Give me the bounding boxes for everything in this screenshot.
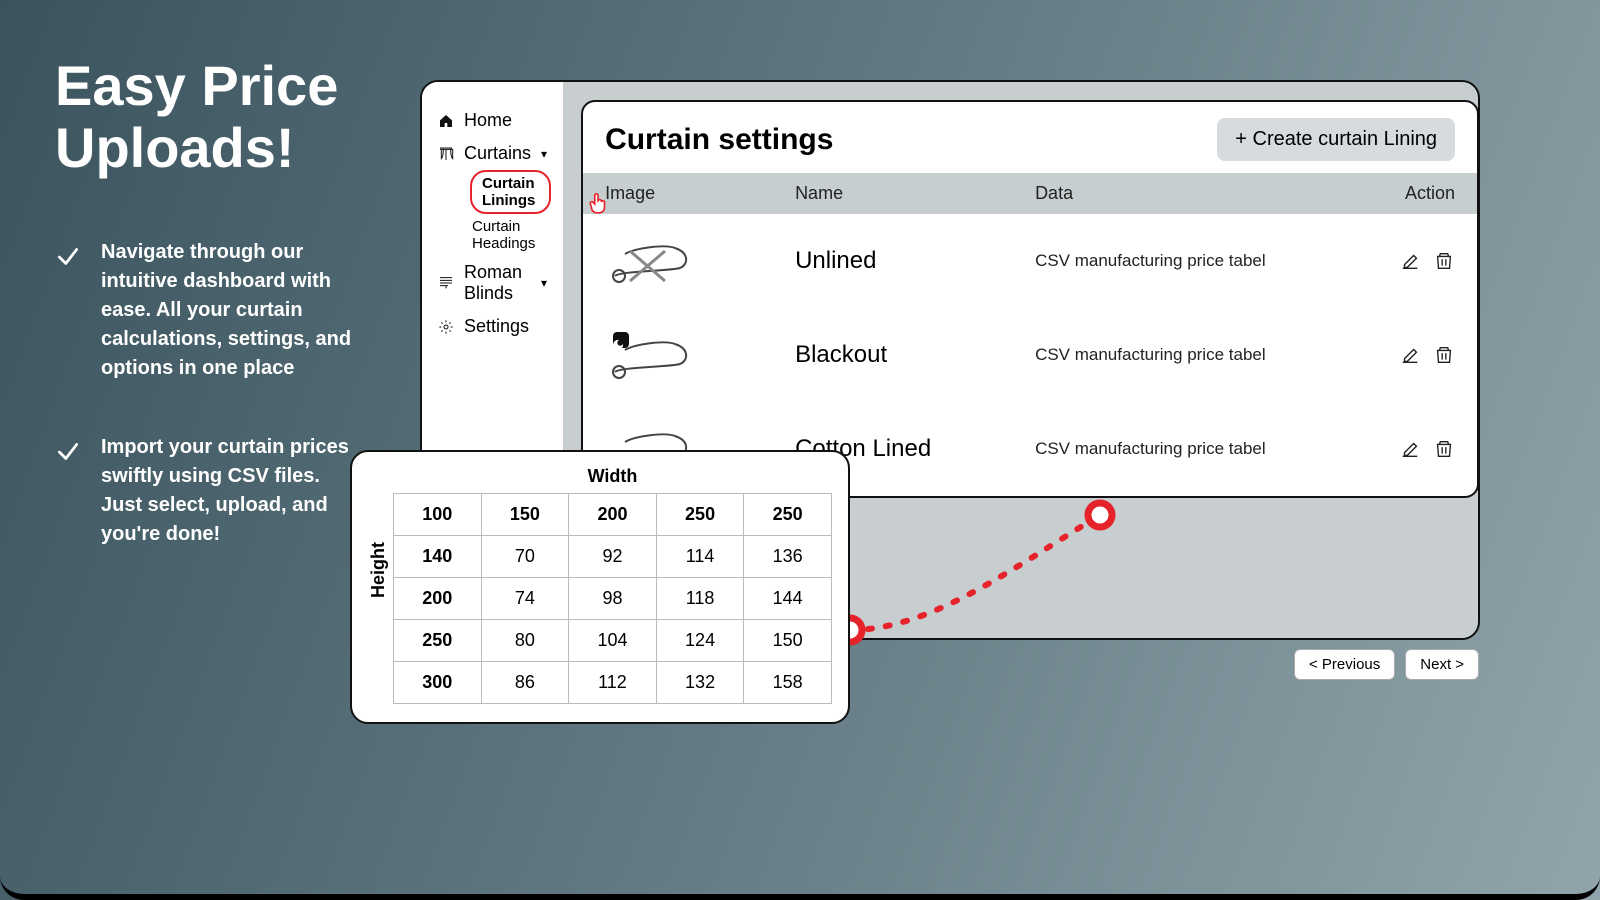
price-cell: 80 (481, 620, 569, 662)
sidebar-item-label: Curtain Linings (482, 175, 535, 209)
row-name: Unlined (795, 247, 1035, 275)
blinds-icon (438, 275, 454, 291)
price-cell: 70 (481, 536, 569, 578)
lining-thumbnail (605, 236, 695, 286)
check-icon (55, 238, 83, 270)
page-title: Curtain settings (605, 123, 833, 157)
price-cell: 86 (481, 662, 569, 704)
price-cell: 112 (569, 662, 657, 704)
table-row: Blackout CSV manufacturing price tabel (583, 308, 1477, 402)
price-col-header: 250 (744, 494, 832, 536)
row-data: CSV manufacturing price tabel (1035, 251, 1365, 271)
sidebar-sub-curtain-linings[interactable]: Curtain Linings (470, 170, 551, 214)
price-col-header: 200 (569, 494, 657, 536)
trash-icon[interactable] (1433, 250, 1455, 272)
row-data: CSV manufacturing price tabel (1035, 345, 1365, 365)
sidebar-item-settings[interactable]: Settings (434, 310, 551, 343)
promo-bullet: Import your curtain prices swiftly using… (55, 433, 365, 549)
price-table-xlabel: Width (393, 464, 832, 493)
price-cell: 150 (744, 620, 832, 662)
sidebar-item-label: Home (464, 110, 547, 131)
trash-icon[interactable] (1433, 344, 1455, 366)
row-name: Blackout (795, 341, 1035, 369)
price-cell: 124 (656, 620, 744, 662)
sidebar-item-label: Curtains (464, 143, 531, 164)
price-cell: 74 (481, 578, 569, 620)
chevron-down-icon: ▾ (541, 147, 547, 161)
price-table-row: 250 80 104 124 150 (394, 620, 832, 662)
price-cell: 104 (569, 620, 657, 662)
price-table-popup: Height Width 100 150 200 250 250 140 70 … (350, 450, 850, 724)
price-cell: 92 (569, 536, 657, 578)
price-cell: 158 (744, 662, 832, 704)
edit-icon[interactable] (1399, 344, 1421, 366)
price-col-header: 150 (481, 494, 569, 536)
col-image: Image (605, 183, 795, 204)
price-cell: 98 (569, 578, 657, 620)
pager: < Previous Next > (1294, 649, 1479, 680)
edit-icon[interactable] (1399, 438, 1421, 460)
price-cell: 136 (744, 536, 832, 578)
edit-icon[interactable] (1399, 250, 1421, 272)
price-table-ylabel: Height (368, 464, 389, 704)
price-col-header: 250 (656, 494, 744, 536)
col-action: Action (1365, 183, 1455, 204)
home-icon (438, 113, 454, 129)
chevron-down-icon: ▾ (541, 276, 547, 290)
col-data: Data (1035, 183, 1365, 204)
create-curtain-lining-button[interactable]: + Create curtain Lining (1217, 118, 1455, 161)
sidebar-item-roman-blinds[interactable]: Roman Blinds ▾ (434, 256, 551, 310)
sidebar-item-home[interactable]: Home (434, 104, 551, 137)
table-row: Unlined CSV manufacturing price tabel (583, 214, 1477, 308)
price-table-row: 300 86 112 132 158 (394, 662, 832, 704)
sidebar-item-label: Roman Blinds (464, 262, 531, 304)
sidebar-sub-curtain-headings[interactable]: Curtain Headings (470, 214, 551, 256)
price-table-header-row: 100 150 200 250 250 (394, 494, 832, 536)
promo-bullet: Navigate through our intuitive dashboard… (55, 238, 365, 383)
promo-section: Easy Price Uploads! Navigate through our… (55, 55, 365, 599)
promo-bullet-text: Import your curtain prices swiftly using… (101, 433, 365, 549)
row-data: CSV manufacturing price tabel (1035, 439, 1365, 459)
price-cell: 144 (744, 578, 832, 620)
settings-panel: Curtain settings + Create curtain Lining… (581, 100, 1479, 498)
price-row-header: 300 (394, 662, 482, 704)
promo-bullet-text: Navigate through our intuitive dashboard… (101, 238, 365, 383)
sidebar-item-curtains[interactable]: Curtains ▾ (434, 137, 551, 170)
price-row-header: 140 (394, 536, 482, 578)
price-table: 100 150 200 250 250 140 70 92 114 136 20… (393, 493, 832, 704)
check-icon (55, 433, 83, 465)
previous-button[interactable]: < Previous (1294, 649, 1395, 680)
price-cell: 132 (656, 662, 744, 704)
price-table-row: 140 70 92 114 136 (394, 536, 832, 578)
table-header: Image Name Data Action (583, 173, 1477, 214)
price-row-header: 250 (394, 620, 482, 662)
sidebar-item-label: Curtain Headings (472, 218, 535, 252)
lining-thumbnail (605, 330, 695, 380)
pointer-cursor-icon (585, 190, 611, 216)
sidebar-item-label: Settings (464, 316, 547, 337)
price-cell: 114 (656, 536, 744, 578)
curtain-icon (438, 146, 454, 162)
next-button[interactable]: Next > (1405, 649, 1479, 680)
price-table-row: 200 74 98 118 144 (394, 578, 832, 620)
promo-headline: Easy Price Uploads! (55, 55, 365, 178)
col-name: Name (795, 183, 1035, 204)
price-col-header: 100 (394, 494, 482, 536)
gear-icon (438, 319, 454, 335)
price-row-header: 200 (394, 578, 482, 620)
price-cell: 118 (656, 578, 744, 620)
trash-icon[interactable] (1433, 438, 1455, 460)
